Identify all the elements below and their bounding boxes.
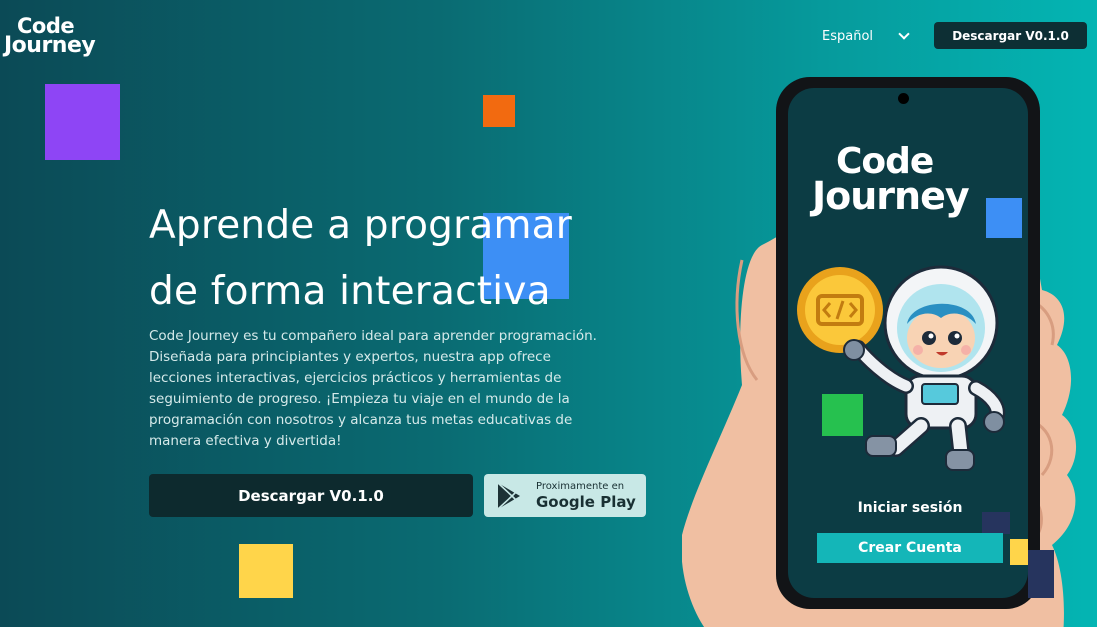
decor-square-purple: [45, 84, 120, 160]
download-button[interactable]: Descargar V0.1.0: [149, 474, 473, 517]
headline-line-2: de forma interactiva: [149, 269, 551, 314]
chevron-down-icon: [898, 28, 910, 40]
phone-camera: [898, 93, 909, 104]
phone-logo: Code Journey: [812, 144, 1012, 218]
headline-line-1: Aprende a programar: [149, 203, 572, 248]
hero-description: Code Journey es tu compañero ideal para …: [149, 328, 597, 449]
app-logo[interactable]: Code Journey: [4, 16, 96, 58]
phone-decor-square-yellow: [1010, 539, 1028, 565]
google-play-subtitle: Proximamente en: [536, 480, 625, 492]
logo-line-2: Journey: [4, 33, 96, 58]
language-label: Español: [822, 28, 874, 44]
hero-headline: Aprende a programar de forma interactiva: [149, 193, 689, 325]
phone-decor-square-navy: [982, 512, 1010, 534]
phone-decor-square-blue: [986, 198, 1022, 238]
create-account-button[interactable]: Crear Cuenta: [817, 533, 1003, 563]
header-download-button[interactable]: Descargar V0.1.0: [934, 22, 1087, 49]
decor-square-orange: [483, 95, 515, 127]
language-selector[interactable]: Español: [822, 26, 912, 46]
google-play-title: Google Play: [536, 492, 636, 511]
decor-square-yellow: [239, 544, 293, 598]
astronaut-mascot-illustration: [797, 265, 1006, 471]
play-store-icon: [497, 481, 520, 510]
phone-decor-square-navy-2: [1028, 550, 1054, 598]
login-button[interactable]: Iniciar sesión: [832, 500, 988, 520]
phone-decor-square-green: [822, 394, 863, 436]
google-play-button[interactable]: Proximamente en Google Play: [484, 474, 646, 517]
phone-logo-line-2: Journey: [812, 174, 970, 218]
